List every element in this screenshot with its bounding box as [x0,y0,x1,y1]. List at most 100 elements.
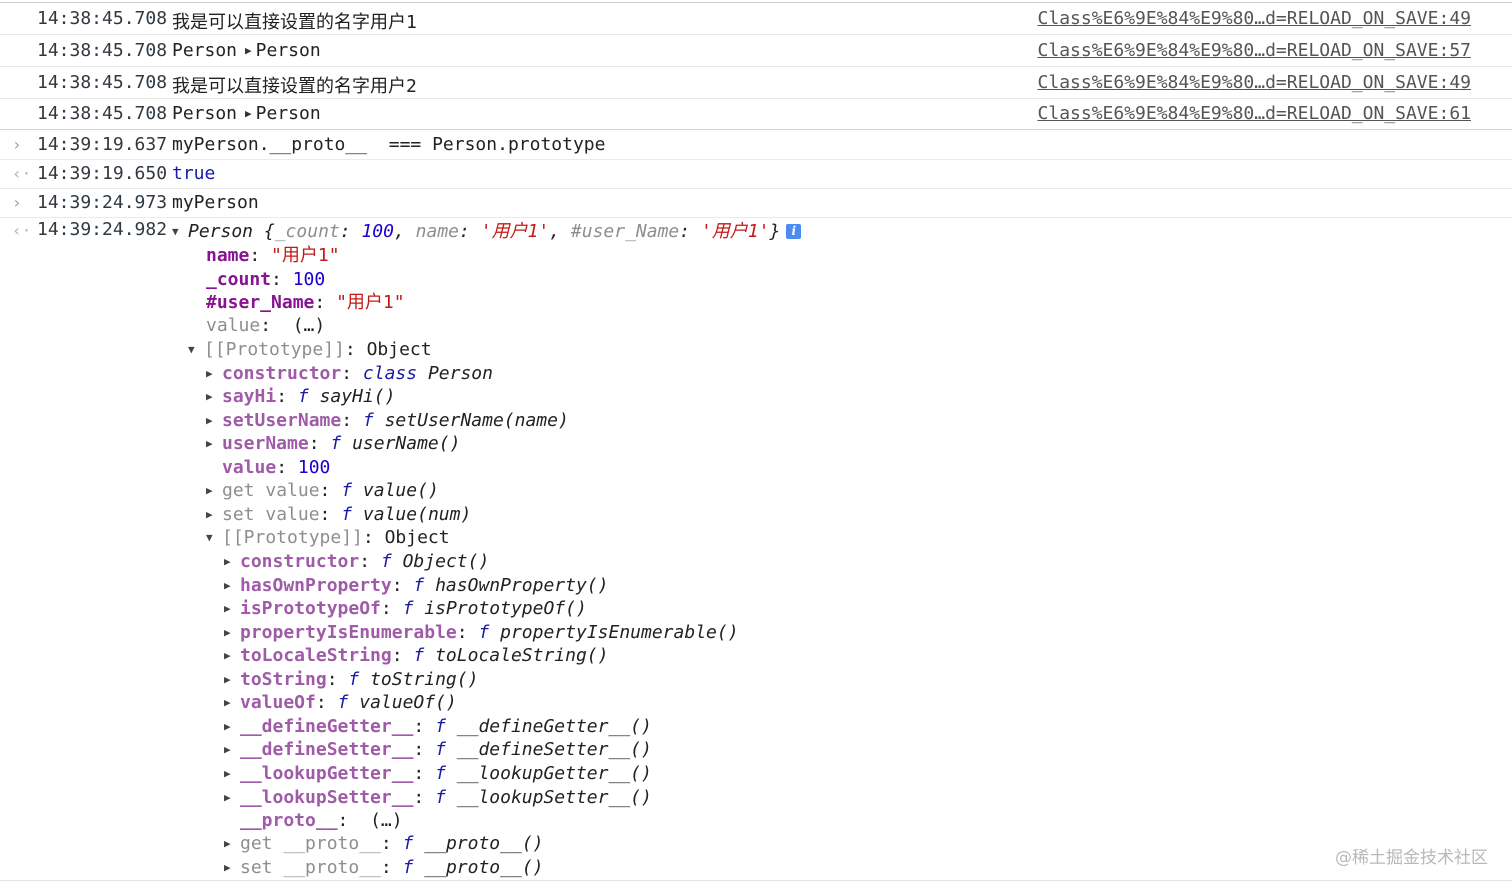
function-name: valueOf() [359,692,457,713]
function-icon: f [413,645,424,666]
expand-triangle-icon[interactable]: ▶ [224,621,240,644]
input-chevron-icon: › [12,193,22,212]
method-row[interactable]: ▶sayHi: f sayHi() [206,385,395,408]
method-row[interactable]: ▶toString: f toString() [224,668,478,691]
function-icon: f [338,692,349,713]
property-key: valueOf [240,692,316,713]
setter-row[interactable]: ▶set __proto__: f __proto__() [224,856,544,879]
getter-row[interactable]: ▶get value: f value() [206,479,439,502]
collapse-triangle-icon[interactable]: ▼ [206,526,222,549]
method-row[interactable]: ▶__defineSetter__: f __defineSetter__() [224,738,652,761]
expand-triangle-icon[interactable]: ▶ [245,107,252,120]
log-message: Person▶Person [172,40,321,61]
function-name: __defineGetter__() [457,716,652,737]
function-icon: f [478,622,489,643]
lazy-value[interactable]: (…) [293,315,326,336]
log-row: 14:38:45.708 我是可以直接设置的名字用户2 Class%E6%9E%… [0,67,1512,99]
expand-triangle-icon[interactable]: ▶ [206,385,222,408]
method-row[interactable]: ▶__lookupGetter__: f __lookupGetter__() [224,762,652,785]
property-key: isPrototypeOf [240,598,381,619]
function-icon: f [341,480,352,501]
property-row: value: 100 [222,456,330,479]
log-timestamp: 14:38:45.708 [37,72,167,93]
property-key: __proto__ [240,810,338,831]
log-message: Person▶Person [172,103,321,124]
expandable-object[interactable]: Person [256,103,321,124]
expand-triangle-icon[interactable]: ▶ [224,644,240,667]
console-input-row: › 14:39:19.637 myPerson.__proto__ === Pe… [0,131,1512,160]
source-link[interactable]: Class%E6%9E%84%E9%80…d=RELOAD_ON_SAVE:49 [1038,8,1471,29]
expand-triangle-icon[interactable]: ▶ [224,597,240,620]
expand-triangle-icon[interactable]: ▶ [206,409,222,432]
expand-triangle-icon[interactable]: ▶ [224,832,240,855]
expand-triangle-icon[interactable]: ▶ [224,762,240,785]
method-row[interactable]: ▶propertyIsEnumerable: f propertyIsEnume… [224,621,739,644]
setter-row[interactable]: ▶set value: f value(num) [206,503,471,526]
property-row: name: "用户1" [206,244,340,267]
method-row[interactable]: ▶isPrototypeOf: f isPrototypeOf() [224,597,587,620]
expand-triangle-icon[interactable]: ▶ [224,574,240,597]
expand-triangle-icon[interactable]: ▶ [206,503,222,526]
property-key: hasOwnProperty [240,575,392,596]
brace: { [253,221,275,242]
function-name: userName() [352,433,460,454]
function-icon: f [435,763,446,784]
source-link[interactable]: Class%E6%9E%84%E9%80…d=RELOAD_ON_SAVE:57 [1038,40,1471,61]
expand-triangle-icon[interactable]: ▶ [206,362,222,385]
function-icon: f [435,716,446,737]
expand-triangle-icon[interactable]: ▶ [224,786,240,809]
method-row[interactable]: ▶constructor: f Object() [224,550,489,573]
function-name: propertyIsEnumerable() [500,622,738,643]
command-text: myPerson.__proto__ === Person.prototype [172,134,605,155]
expand-triangle-icon[interactable]: ▶ [224,668,240,691]
lazy-value[interactable]: (…) [370,810,403,831]
prototype-type: Object [367,339,432,360]
expand-triangle-icon[interactable]: ▶ [224,738,240,761]
object-preview[interactable]: ▼Person {_count: 100, name: '用户1', #user… [172,220,801,243]
function-icon: f [435,787,446,808]
expand-triangle-icon[interactable]: ▶ [224,550,240,573]
expand-triangle-icon[interactable]: ▶ [224,856,240,879]
property-key: value [206,315,260,336]
preview-key: _count [275,221,340,242]
method-row[interactable]: ▶constructor: class Person [206,362,493,385]
function-name: __proto__() [424,857,543,878]
function-name: Object() [403,551,490,572]
function-name: __lookupGetter__() [457,763,652,784]
property-key: constructor [222,363,341,384]
method-row[interactable]: ▶valueOf: f valueOf() [224,691,457,714]
collapse-triangle-icon[interactable]: ▼ [172,220,188,243]
accessor-row[interactable]: value: (…) [206,314,325,337]
function-icon: f [403,598,414,619]
expand-triangle-icon[interactable]: ▶ [206,479,222,502]
expand-triangle-icon[interactable]: ▶ [224,715,240,738]
property-row: _count: 100 [206,268,325,291]
property-key: __proto__ [283,857,381,878]
method-row[interactable]: ▶toLocaleString: f toLocaleString() [224,644,608,667]
method-row[interactable]: ▶__lookupSetter__: f __lookupSetter__() [224,786,652,809]
function-name: __proto__() [424,833,543,854]
expand-triangle-icon[interactable]: ▶ [206,432,222,455]
getter-row[interactable]: ▶get __proto__: f __proto__() [224,832,544,855]
devtools-console: 14:38:45.708 我是可以直接设置的名字用户1 Class%E6%9E%… [0,0,1512,891]
prototype-row[interactable]: ▼[[Prototype]]: Object [188,338,432,361]
source-link[interactable]: Class%E6%9E%84%E9%80…d=RELOAD_ON_SAVE:49 [1038,72,1471,93]
function-name: value(num) [363,504,471,525]
expand-triangle-icon[interactable]: ▶ [224,691,240,714]
log-row: 14:38:45.708 我是可以直接设置的名字用户1 Class%E6%9E%… [0,3,1512,35]
accessor-row[interactable]: __proto__: (…) [240,809,403,832]
property-value: "用户1" [336,292,405,313]
method-row[interactable]: ▶hasOwnProperty: f hasOwnProperty() [224,574,608,597]
preview-value: '用户1' [701,221,770,242]
method-row[interactable]: ▶setUserName: f setUserName(name) [206,409,569,432]
prototype-row[interactable]: ▼[[Prototype]]: Object [206,526,450,549]
method-row[interactable]: ▶__defineGetter__: f __defineGetter__() [224,715,652,738]
info-icon[interactable]: i [786,224,801,239]
expandable-object[interactable]: Person [256,40,321,61]
collapse-triangle-icon[interactable]: ▼ [188,338,204,361]
accessor-prefix: get [222,480,255,501]
expand-triangle-icon[interactable]: ▶ [245,44,252,57]
console-input-row: › 14:39:24.973 myPerson [0,189,1512,218]
method-row[interactable]: ▶userName: f userName() [206,432,460,455]
source-link[interactable]: Class%E6%9E%84%E9%80…d=RELOAD_ON_SAVE:61 [1038,103,1471,124]
